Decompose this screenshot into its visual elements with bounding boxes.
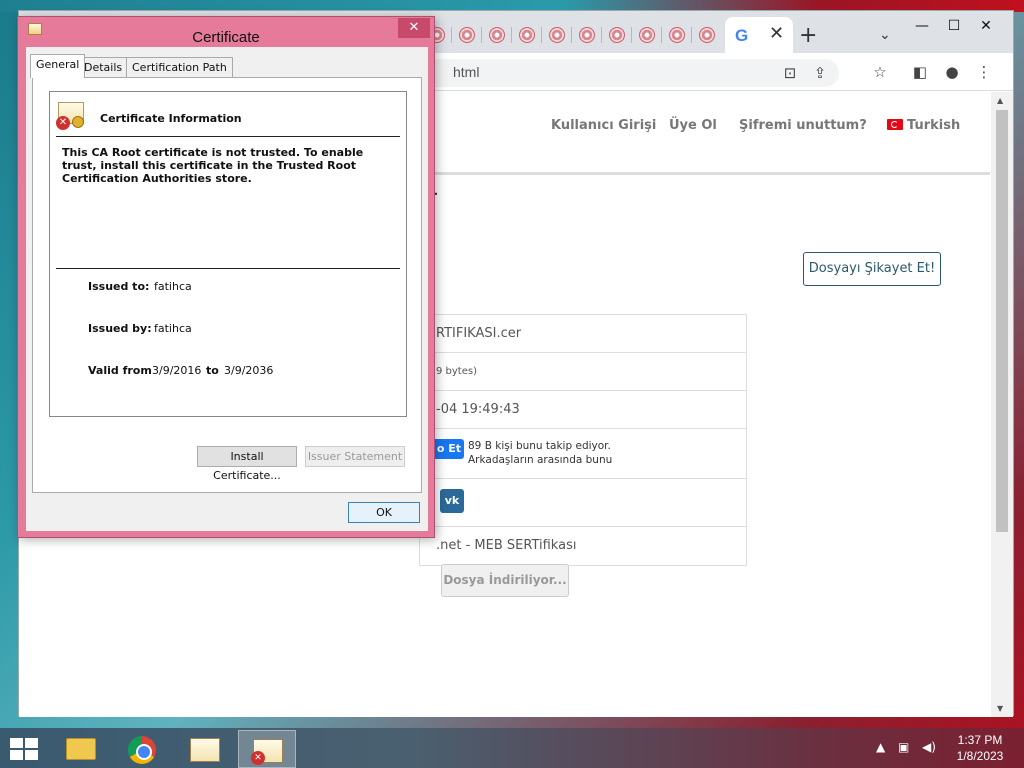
tab-favicon-icon[interactable]: [667, 25, 687, 45]
volume-icon[interactable]: ◀): [922, 740, 936, 754]
table-row: 9 bytes): [420, 353, 746, 391]
taskbar: ✕ ▲ ▣ ◀) 1:37 PM 1/8/2023: [0, 728, 1024, 768]
nav-divider: [434, 172, 990, 175]
show-hidden-icons-icon[interactable]: ▲: [876, 740, 885, 754]
tab-favicon-icon[interactable]: [607, 25, 627, 45]
scroll-up-icon[interactable]: ▲: [997, 96, 1003, 105]
issued-to-value: fatihca: [154, 280, 192, 293]
chrome-taskbar-button[interactable]: [114, 730, 172, 768]
start-button[interactable]: [10, 738, 38, 760]
tab-favicon-icon[interactable]: [517, 25, 537, 45]
ok-button[interactable]: OK: [348, 502, 420, 523]
file-source: .net - MEB SERTifikası: [436, 538, 577, 553]
certificate-dialog-taskbar-button[interactable]: ✕: [238, 730, 296, 768]
facebook-follow-button[interactable]: o Et: [434, 439, 464, 459]
file-size: 9 bytes): [436, 366, 477, 377]
table-row: o Et 89 B kişi bunu takip ediyor. Arkada…: [420, 429, 746, 479]
tab-close-icon[interactable]: ✕: [769, 23, 784, 44]
folder-icon: [66, 738, 96, 760]
info-heading: Certificate Information: [100, 112, 242, 125]
certificate-taskbar-button[interactable]: [176, 730, 234, 768]
tab-favicon-icon[interactable]: [697, 25, 717, 45]
translate-icon[interactable]: ⊡: [779, 62, 801, 84]
page-scrollbar[interactable]: ▲ ▼: [991, 92, 1013, 717]
tab-details[interactable]: Details: [78, 57, 129, 77]
file-date: -04 19:49:43: [436, 402, 520, 417]
login-link[interactable]: Kullanıcı Girişi: [551, 118, 656, 133]
clock-date: 1/8/2023: [956, 749, 1004, 763]
tab-favicon-icon[interactable]: [457, 25, 477, 45]
table-row: .net - MEB SERTifikası: [420, 527, 746, 565]
scroll-thumb[interactable]: [996, 110, 1008, 532]
dialog-body: General Details Certification Path ✕ Cer…: [26, 47, 428, 531]
downloading-button[interactable]: Dosya İndiriliyor...: [441, 564, 569, 597]
report-file-button[interactable]: Dosyayı Şikayet Et!: [803, 252, 941, 286]
issued-by-label: Issued by:: [88, 322, 152, 335]
valid-from-value: 3/9/2016: [152, 364, 202, 377]
dialog-close-button[interactable]: ✕: [398, 18, 430, 38]
table-row: -04 19:49:43: [420, 391, 746, 429]
certificate-dialog: Certificate ✕ General Details Certificat…: [17, 16, 435, 538]
dialog-title: Certificate: [192, 29, 260, 46]
address-text[interactable]: html: [453, 64, 479, 80]
valid-from-label: Valid from: [88, 364, 152, 377]
untrusted-certificate-icon: ✕: [56, 102, 86, 130]
valid-to-value: 3/9/2036: [224, 364, 274, 377]
tab-favicon-icon[interactable]: [547, 25, 567, 45]
tab-search-button[interactable]: ⌄: [879, 27, 891, 43]
new-tab-button[interactable]: +: [799, 23, 817, 48]
profile-avatar-icon[interactable]: ●: [941, 61, 963, 83]
side-panel-icon[interactable]: ◧: [909, 61, 931, 83]
turkey-flag-icon: [887, 119, 903, 130]
file-info-table: RTIFIKASI.cer 9 bytes) -04 19:49:43 o Et…: [419, 314, 747, 566]
issued-by-value: fatihca: [154, 322, 192, 335]
clock-time: 1:37 PM: [957, 733, 1003, 747]
table-row: vk: [420, 479, 746, 527]
menu-kebab-icon[interactable]: ⋮: [973, 61, 995, 83]
divider: [56, 136, 400, 137]
install-certificate-button[interactable]: Install Certificate...: [197, 446, 297, 482]
tab-certification-path[interactable]: Certification Path: [126, 57, 233, 77]
chrome-icon: [128, 736, 156, 764]
tab-favicon-icon[interactable]: [637, 25, 657, 45]
system-clock[interactable]: 1:37 PM 1/8/2023: [950, 732, 1010, 764]
active-tab[interactable]: G ✕: [725, 17, 793, 53]
general-panel: ✕ Certificate Information This CA Root c…: [32, 77, 422, 493]
error-badge-icon: ✕: [251, 751, 265, 765]
facebook-follow-text: 89 B kişi bunu takip ediyor. Arkadaşları…: [468, 440, 613, 466]
certificate-info-box: ✕ Certificate Information This CA Root c…: [49, 91, 407, 417]
close-window-button[interactable]: ✕: [963, 15, 1009, 37]
language-link[interactable]: Turkish: [887, 118, 960, 133]
language-label: Turkish: [907, 118, 961, 133]
scroll-down-icon[interactable]: ▼: [997, 704, 1003, 713]
google-icon: G: [735, 26, 749, 45]
bookmark-star-icon[interactable]: ☆: [869, 61, 891, 83]
trust-message: This CA Root certificate is not trusted.…: [62, 146, 364, 185]
file-explorer-taskbar-button[interactable]: [52, 730, 110, 768]
share-icon[interactable]: ⇪: [809, 62, 831, 84]
tab-favicon-icon[interactable]: [487, 25, 507, 45]
address-bar[interactable]: html ⊡ ⇪: [419, 59, 839, 87]
register-link[interactable]: Üye Ol: [669, 118, 717, 133]
issuer-statement-button[interactable]: Issuer Statement: [305, 446, 405, 467]
valid-to-label: to: [206, 364, 219, 377]
vk-share-icon[interactable]: vk: [440, 489, 464, 513]
issued-to-label: Issued to:: [88, 280, 150, 293]
table-row: RTIFIKASI.cer: [420, 315, 746, 353]
tab-favicon-icon[interactable]: [577, 25, 597, 45]
tab-general[interactable]: General: [30, 54, 86, 78]
file-name: RTIFIKASI.cer: [436, 326, 522, 341]
certificate-icon: [190, 738, 220, 762]
network-icon[interactable]: ▣: [898, 740, 909, 754]
divider: [56, 268, 400, 269]
forgot-password-link[interactable]: Şifremi unuttum?: [739, 118, 867, 133]
